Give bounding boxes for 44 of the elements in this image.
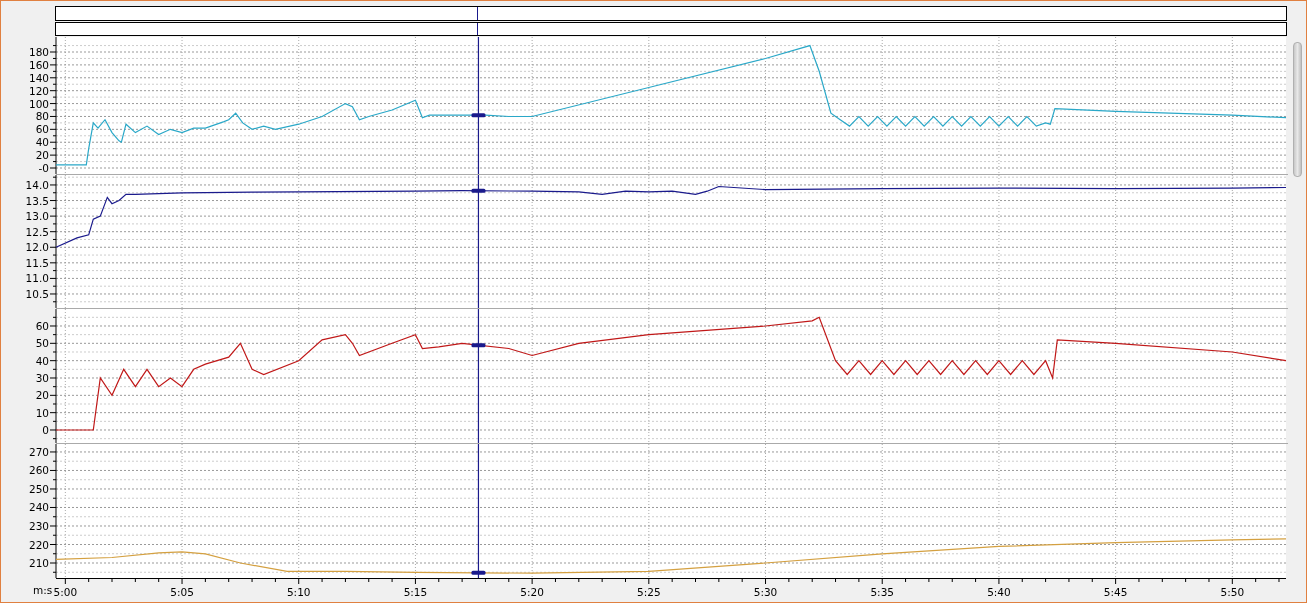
y-tick-label: 40 xyxy=(35,354,49,367)
y-tick-label: 20 xyxy=(35,149,49,162)
y-tick-label: 250 xyxy=(28,483,49,495)
x-tick-label: 5:50 xyxy=(1220,586,1245,598)
x-tick-label: 5:20 xyxy=(520,586,544,598)
y-tick-label: 14.0 xyxy=(25,178,49,191)
y-tick-label: 210 xyxy=(28,557,49,569)
y-tick-label: 220 xyxy=(28,538,49,551)
y-tick-label: -0 xyxy=(38,162,49,174)
y-tick-label: 140 xyxy=(28,71,49,84)
x-tick-label: 5:40 xyxy=(987,586,1011,598)
y-tick-label: 240 xyxy=(28,501,49,514)
x-tick-label: 5:30 xyxy=(753,586,778,598)
y-tick-label: 11.0 xyxy=(25,272,49,285)
y-tick-label: 100 xyxy=(28,97,49,110)
y-tick-label: 20 xyxy=(35,389,49,402)
x-tick-label: 5:15 xyxy=(403,586,428,598)
y-tick-label: 180 xyxy=(28,46,49,58)
x-tick-label: 5:10 xyxy=(286,586,311,598)
y-tick-label: 120 xyxy=(28,84,49,97)
y-tick-label: 40 xyxy=(35,136,49,149)
y-tick-label: 12.5 xyxy=(25,225,49,238)
y-tick-label: 50 xyxy=(35,337,49,350)
y-tick-label: 11.5 xyxy=(25,256,49,269)
y-tick-label: 10.5 xyxy=(25,288,49,300)
y-tick-label: 10 xyxy=(35,406,49,419)
x-axis-title: m:s xyxy=(33,584,53,596)
x-tick-label: 5:05 xyxy=(170,586,194,598)
y-tick-label: 260 xyxy=(28,464,49,477)
y-tick-label: 80 xyxy=(35,110,49,123)
y-tick-label: 160 xyxy=(28,58,49,71)
y-tick-label: 12.0 xyxy=(25,241,49,254)
x-tick-label: 5:25 xyxy=(637,586,661,598)
y-tick-label: 270 xyxy=(28,445,49,458)
y-tick-label: 230 xyxy=(28,520,49,532)
x-tick-label: 5:45 xyxy=(1103,586,1128,598)
y-tick-label: 0 xyxy=(42,424,49,436)
y-tick-label: 30 xyxy=(35,372,49,384)
y-tick-label: 13.5 xyxy=(25,194,49,207)
y-tick-label: 13.0 xyxy=(25,210,49,223)
x-tick-label: 5:35 xyxy=(870,586,894,598)
y-tick-label: 60 xyxy=(35,123,49,136)
x-tick-label: 5:00 xyxy=(53,586,78,598)
y-tick-label: 60 xyxy=(35,320,49,332)
